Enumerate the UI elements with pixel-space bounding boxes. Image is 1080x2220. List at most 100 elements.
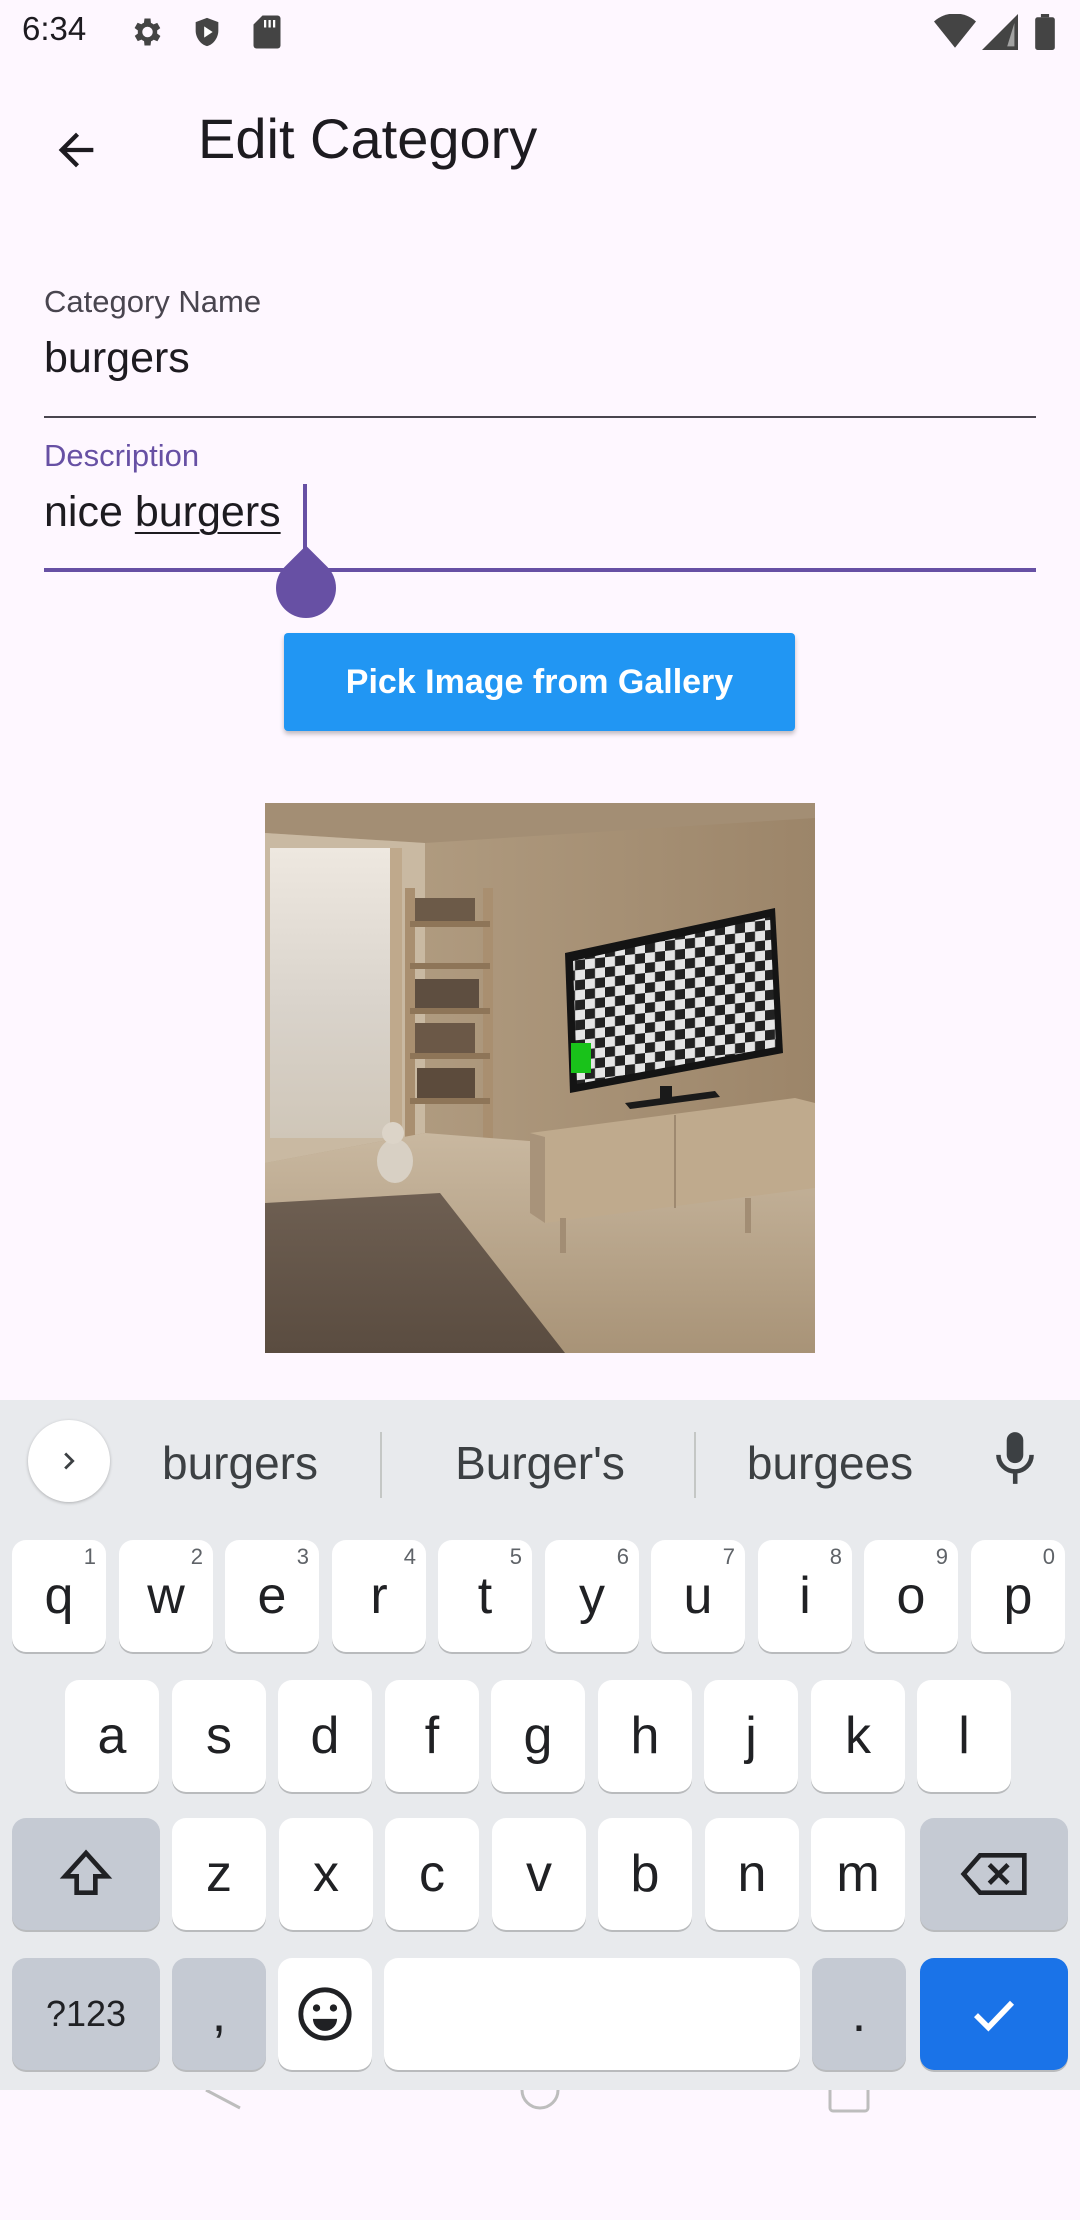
- category-name-label: Category Name: [44, 284, 262, 319]
- key-c[interactable]: c: [385, 1818, 479, 1930]
- mic-button[interactable]: [990, 1430, 1040, 1493]
- key-a[interactable]: a: [65, 1680, 159, 1792]
- key-b[interactable]: b: [598, 1818, 692, 1930]
- key-label: h: [630, 1707, 660, 1765]
- key-f[interactable]: f: [385, 1680, 479, 1792]
- app-bar: Edit Category: [0, 66, 1080, 216]
- comma-key-label: ,: [211, 1985, 227, 2043]
- key-label: e: [257, 1567, 287, 1625]
- key-o[interactable]: o9: [864, 1540, 958, 1652]
- key-x[interactable]: x: [279, 1818, 373, 1930]
- checkmark-icon: [974, 2000, 1015, 2032]
- key-r[interactable]: r4: [332, 1540, 426, 1652]
- key-hint: 5: [509, 1544, 522, 1569]
- key-v[interactable]: v: [492, 1818, 586, 1930]
- emoji-key[interactable]: [278, 1958, 372, 2070]
- suggestion-1[interactable]: burgers: [130, 1436, 350, 1490]
- signal-icon: [982, 14, 1018, 55]
- nav-home-icon[interactable]: [518, 2090, 562, 2114]
- key-label: l: [958, 1707, 970, 1765]
- key-u[interactable]: u7: [651, 1540, 745, 1652]
- key-z[interactable]: z: [172, 1818, 266, 1930]
- key-t[interactable]: t5: [438, 1540, 532, 1652]
- suggestion-2[interactable]: Burger's: [410, 1436, 670, 1490]
- key-label: n: [737, 1845, 767, 1903]
- chevron-right-icon: [64, 1452, 75, 1470]
- key-h[interactable]: h: [598, 1680, 692, 1792]
- comma-key[interactable]: ,: [172, 1958, 266, 2070]
- battery-icon: [1034, 14, 1056, 55]
- enter-key[interactable]: [920, 1958, 1068, 2070]
- key-hint: 0: [1042, 1544, 1055, 1569]
- description-field[interactable]: Description nice burgers: [44, 434, 1036, 631]
- key-y[interactable]: y6: [545, 1540, 639, 1652]
- key-label: d: [310, 1707, 340, 1765]
- key-n[interactable]: n: [705, 1818, 799, 1930]
- wifi-icon: [934, 13, 976, 55]
- page-title: Edit Category: [198, 107, 538, 170]
- status-bar: 6:34: [0, 0, 1080, 66]
- key-hint: 3: [296, 1544, 309, 1569]
- period-key[interactable]: .: [812, 1958, 906, 2070]
- key-l[interactable]: l: [917, 1680, 1011, 1792]
- key-label: j: [745, 1707, 757, 1765]
- pick-image-button[interactable]: Pick Image from Gallery: [284, 633, 795, 731]
- category-name-value[interactable]: burgers: [44, 334, 190, 383]
- suggestion-divider: [694, 1432, 696, 1498]
- gear-icon: [128, 14, 164, 55]
- backspace-key[interactable]: [920, 1818, 1068, 1930]
- key-label: q: [44, 1567, 74, 1625]
- key-hint: 9: [935, 1544, 948, 1569]
- status-time: 6:34: [22, 10, 87, 47]
- key-label: k: [845, 1707, 871, 1765]
- key-p[interactable]: p0: [971, 1540, 1065, 1652]
- category-name-underline: [44, 416, 1036, 418]
- period-key-label: .: [851, 1985, 867, 2043]
- key-label: a: [97, 1707, 127, 1765]
- category-image-preview: [265, 803, 815, 1353]
- symbols-key[interactable]: ?123: [12, 1958, 160, 2070]
- space-key[interactable]: [384, 1958, 800, 2070]
- sd-card-icon: [252, 14, 282, 55]
- mic-icon: [996, 1432, 1034, 1484]
- key-s[interactable]: s: [172, 1680, 266, 1792]
- key-k[interactable]: k: [811, 1680, 905, 1792]
- nav-recents-icon[interactable]: [826, 2090, 872, 2114]
- key-j[interactable]: j: [704, 1680, 798, 1792]
- suggestion-3[interactable]: burgees: [720, 1436, 940, 1490]
- key-q[interactable]: q1: [12, 1540, 106, 1652]
- key-label: t: [477, 1567, 493, 1625]
- soft-keyboard: burgers Burger's burgees q1w2e3r4t5y6u7i…: [0, 1400, 1080, 2090]
- key-hint: 7: [722, 1544, 735, 1569]
- expand-toolbar-button[interactable]: [28, 1420, 110, 1502]
- key-g[interactable]: g: [491, 1680, 585, 1792]
- key-label: u: [683, 1567, 713, 1625]
- emoji-icon: [298, 1987, 352, 2041]
- key-m[interactable]: m: [811, 1818, 905, 1930]
- key-d[interactable]: d: [278, 1680, 372, 1792]
- key-label: m: [836, 1845, 880, 1903]
- key-e[interactable]: e3: [225, 1540, 319, 1652]
- suggestion-divider: [380, 1432, 382, 1498]
- description-value[interactable]: nice burgers: [44, 488, 281, 537]
- key-hint: 1: [83, 1544, 96, 1569]
- backspace-icon: [960, 1853, 1027, 1895]
- shield-icon: [190, 14, 224, 55]
- nav-back-icon[interactable]: [200, 2090, 250, 2110]
- category-name-field[interactable]: Category Name burgers: [44, 280, 1036, 420]
- key-hint: 4: [403, 1544, 416, 1569]
- key-label: w: [147, 1567, 185, 1625]
- key-label: b: [630, 1845, 660, 1903]
- key-w[interactable]: w2: [119, 1540, 213, 1652]
- description-underline: [44, 568, 1036, 572]
- shift-key[interactable]: [12, 1818, 160, 1930]
- key-hint: 8: [829, 1544, 842, 1569]
- key-label: r: [370, 1567, 388, 1625]
- description-label: Description: [44, 438, 200, 473]
- back-button[interactable]: [36, 110, 116, 190]
- key-label: o: [896, 1567, 926, 1625]
- key-i[interactable]: i8: [758, 1540, 852, 1652]
- key-label: p: [1003, 1567, 1033, 1625]
- cursor-handle[interactable]: [263, 545, 349, 631]
- description-composing-text: burgers: [134, 488, 281, 536]
